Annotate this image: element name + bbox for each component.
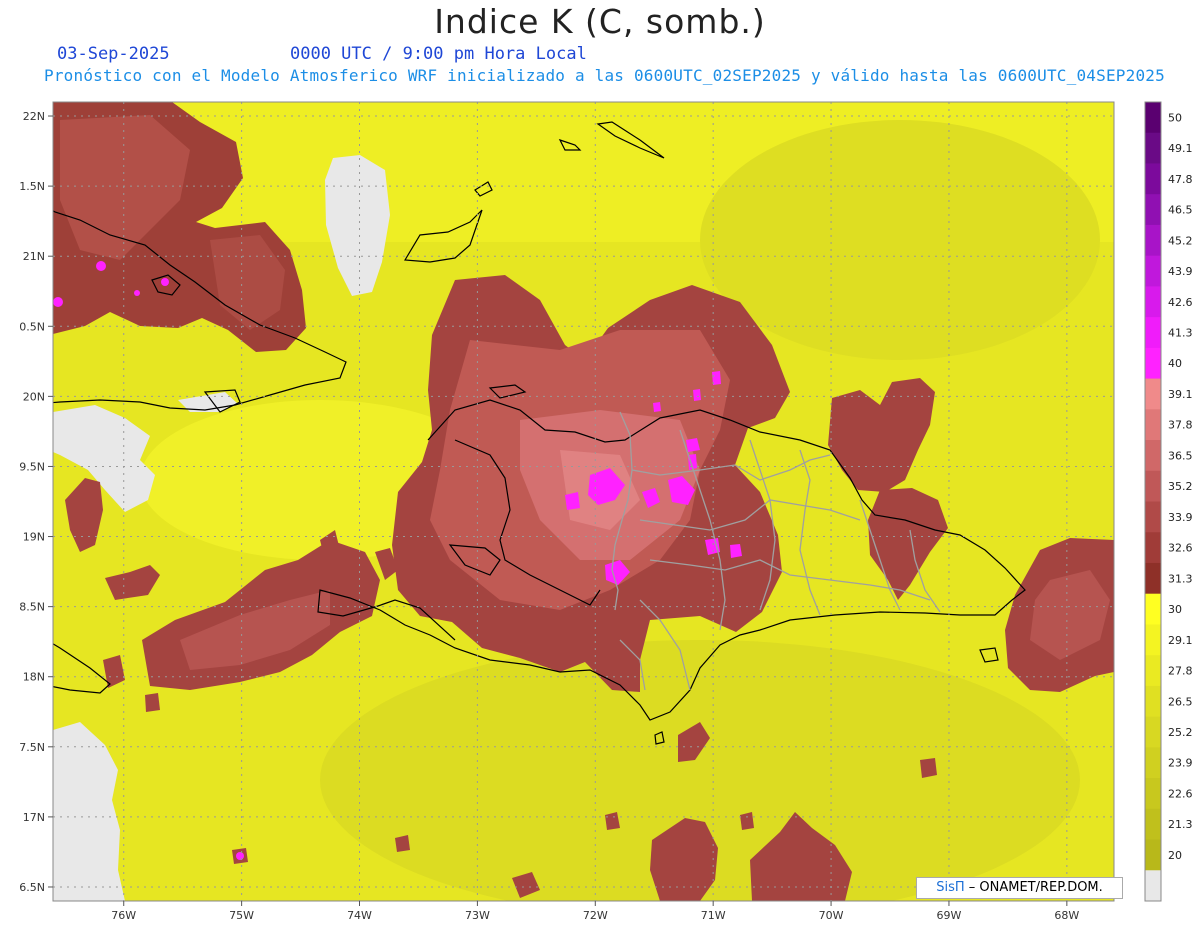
legend-swatch <box>1145 255 1161 287</box>
legend-swatch <box>1145 778 1161 810</box>
legend-swatch <box>1145 839 1161 871</box>
legend-label: 36.5 <box>1168 449 1193 462</box>
forecast-date: 03-Sep-2025 <box>57 44 170 64</box>
legend-label: 33.9 <box>1168 511 1193 524</box>
legend-swatch <box>1145 532 1161 564</box>
legend-label: 31.3 <box>1168 572 1193 585</box>
legend-label: 50 <box>1168 111 1182 124</box>
k-index-map: 76W 75W 74W 73W 72W 71W 70W 69W 68W 22N 1.5N 21N 0.5… <box>19 101 1193 922</box>
legend-swatch <box>1145 378 1161 410</box>
legend-swatch <box>1145 317 1161 349</box>
page-title: Indice K (C, somb.) <box>434 2 766 41</box>
legend-label: 29.1 <box>1168 634 1193 647</box>
lat-tick-label: 18N <box>23 671 45 684</box>
legend-label: 32.6 <box>1168 542 1193 555</box>
legend-swatch <box>1145 224 1161 257</box>
legend-label: 26.5 <box>1168 695 1193 708</box>
legend-label: 25.2 <box>1168 726 1193 739</box>
sispi-logo: SisΠ <box>936 880 965 895</box>
legend-swatch <box>1145 562 1161 595</box>
forecast-description: Pronóstico con el Modelo Atmosferico WRF… <box>44 66 1165 85</box>
lat-tick-label: 22N <box>23 110 45 123</box>
legend-label: 40 <box>1168 357 1182 370</box>
lat-tick-label: 7.5N <box>19 741 45 754</box>
legend-label: 46.5 <box>1168 204 1193 217</box>
lat-tick-label: 21N <box>23 250 45 263</box>
lon-tick-label: 73W <box>465 909 490 922</box>
legend-label: 21.3 <box>1168 818 1193 831</box>
legend-label: 37.8 <box>1168 419 1193 432</box>
lat-tick-label: 19N <box>23 531 45 544</box>
legend-swatch <box>1145 286 1161 318</box>
legend-swatch <box>1145 440 1161 472</box>
legend-swatch <box>1145 870 1161 902</box>
legend-swatch <box>1145 347 1161 380</box>
lon-tick-label: 70W <box>819 909 844 922</box>
lon-tick-label: 74W <box>347 909 372 922</box>
legend-swatch <box>1145 194 1161 226</box>
credit-org: – ONAMET/REP.DOM. <box>968 880 1103 895</box>
legend-swatch <box>1145 501 1161 533</box>
legend-label: 39.1 <box>1168 388 1193 401</box>
lat-tick-label: 17N <box>23 811 45 824</box>
legend-swatch <box>1145 470 1161 502</box>
legend-label: 35.2 <box>1168 480 1193 493</box>
lat-tick-label: 6.5N <box>19 881 45 894</box>
legend-label: 30 <box>1168 603 1182 616</box>
lon-tick-label: 69W <box>937 909 962 922</box>
credit-box: SisΠ – ONAMET/REP.DOM. <box>916 877 1123 899</box>
lat-tick-label: 0.5N <box>19 320 45 333</box>
legend-label: 27.8 <box>1168 665 1193 678</box>
lon-tick-label: 71W <box>701 909 726 922</box>
lat-tick-label: 1.5N <box>19 180 45 193</box>
legend-label: 45.2 <box>1168 234 1193 247</box>
lat-tick-label: 8.5N <box>19 601 45 614</box>
legend-label: 49.1 <box>1168 142 1193 155</box>
lon-tick-label: 76W <box>111 909 136 922</box>
legend-swatch <box>1145 655 1161 687</box>
legend-label: 22.6 <box>1168 787 1193 800</box>
legend-label: 42.6 <box>1168 296 1193 309</box>
legend-swatch <box>1145 808 1161 841</box>
lat-tick-label: 9.5N <box>19 460 45 473</box>
legend-swatch <box>1145 409 1161 441</box>
legend-swatch <box>1145 102 1161 134</box>
lon-tick-label: 68W <box>1054 909 1079 922</box>
legend-swatch <box>1145 716 1161 748</box>
legend-swatch <box>1145 624 1161 656</box>
lon-tick-label: 75W <box>229 909 254 922</box>
legend-label: 41.3 <box>1168 326 1193 339</box>
color-legend: 50 49.1 47.8 46.5 45.2 43.9 42.6 41.3 40 39.1 37.8… <box>1144 101 1193 902</box>
legend-swatch <box>1145 132 1161 164</box>
legend-swatch <box>1145 593 1161 625</box>
legend-swatch <box>1145 747 1161 779</box>
lat-tick-label: 20N <box>23 390 45 403</box>
legend-label: 43.9 <box>1168 265 1193 278</box>
legend-label: 47.8 <box>1168 173 1193 186</box>
forecast-time: 0000 UTC / 9:00 pm Hora Local <box>290 44 587 64</box>
k-index-field <box>53 102 1114 901</box>
legend-label: 20 <box>1168 849 1182 862</box>
legend-label: 23.9 <box>1168 757 1193 770</box>
lon-tick-label: 72W <box>583 909 608 922</box>
legend-swatch <box>1145 163 1161 195</box>
legend-swatch <box>1145 685 1161 718</box>
